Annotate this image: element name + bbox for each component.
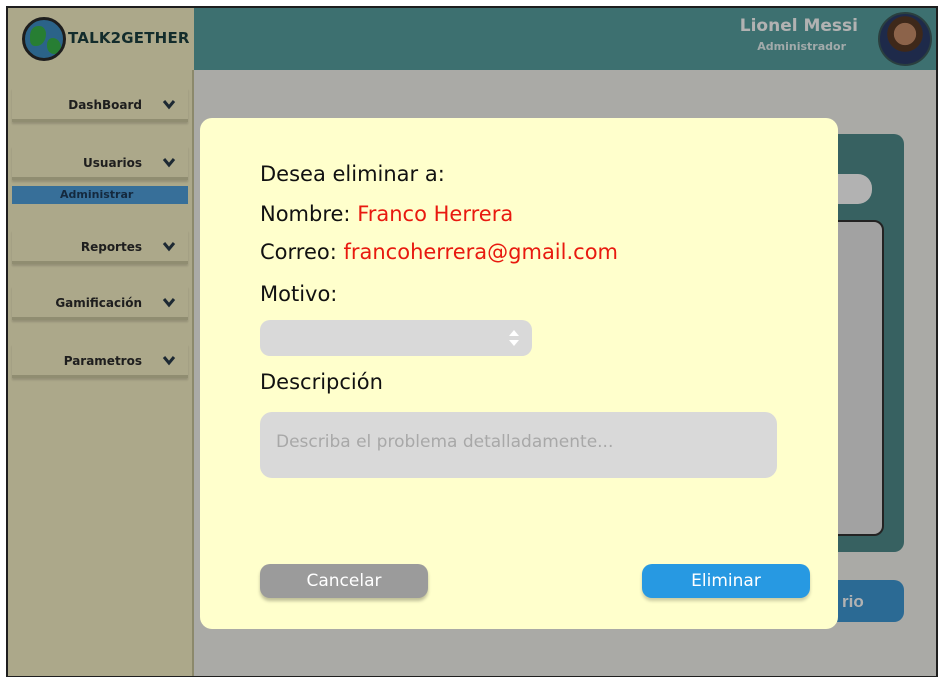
reason-select[interactable] <box>260 320 532 356</box>
app-frame: TALK2GETHER Lionel Messi Administrador D… <box>6 6 938 677</box>
delete-user-dialog: Desea eliminar a: Nombre: Franco Herrera… <box>200 118 838 629</box>
delete-button[interactable]: Eliminar <box>642 564 810 598</box>
description-label: Descripción <box>260 370 383 394</box>
name-value: Franco Herrera <box>357 202 514 226</box>
email-row: Correo: francoherrera@gmail.com <box>260 240 618 264</box>
reason-label: Motivo: <box>260 282 338 306</box>
email-value: francoherrera@gmail.com <box>343 240 619 264</box>
dialog-prompt: Desea eliminar a: <box>260 162 445 186</box>
name-label: Nombre: <box>260 202 358 226</box>
sort-arrows-icon <box>509 330 519 346</box>
email-label: Correo: <box>260 240 344 264</box>
description-field[interactable] <box>260 412 777 478</box>
cancel-button[interactable]: Cancelar <box>260 564 428 598</box>
name-row: Nombre: Franco Herrera <box>260 202 513 226</box>
